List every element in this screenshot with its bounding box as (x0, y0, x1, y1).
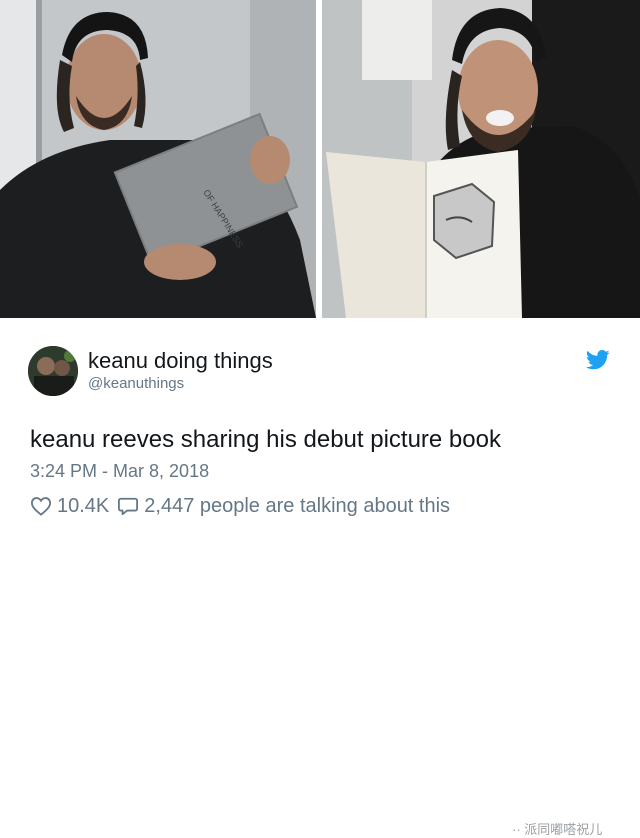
tweet-actions: 10.4K 2,447 people are talking about thi… (30, 494, 450, 518)
photo-illustration-left: OF HAPPINESS (0, 0, 316, 318)
conversation-count[interactable]: 2,447 people are talking about this (144, 495, 450, 518)
tweet-text: keanu reeves sharing his debut picture b… (30, 426, 501, 453)
photo-illustration-right: ​ (322, 0, 640, 318)
photo-holding-book[interactable]: OF HAPPINESS (0, 0, 316, 318)
photo-showing-drawing[interactable]: ​ (322, 0, 640, 318)
heart-icon[interactable] (30, 496, 52, 516)
speech-bubble-icon[interactable] (117, 496, 139, 516)
avatar-image (28, 346, 78, 396)
tweet-card: keanu doing things @keanuthings keanu re… (0, 322, 640, 837)
like-count[interactable]: 10.4K (57, 495, 109, 518)
user-handle[interactable]: @keanuthings (88, 375, 184, 392)
display-name[interactable]: keanu doing things (88, 348, 273, 374)
tweet-timestamp[interactable]: 3:24 PM - Mar 8, 2018 (30, 461, 209, 482)
tweet-media[interactable]: OF HAPPINESS ​ (0, 0, 640, 322)
twitter-bird-icon[interactable] (586, 350, 610, 370)
watermark: ·· 派同嘟嗒祝儿 (512, 822, 603, 837)
avatar[interactable] (28, 346, 78, 396)
